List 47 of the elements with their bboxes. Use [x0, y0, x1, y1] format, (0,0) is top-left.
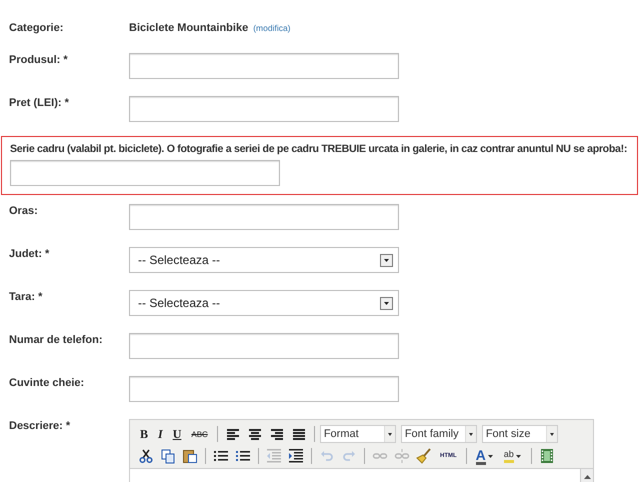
field-label: Tara: * [9, 290, 44, 303]
broom-icon[interactable] [416, 448, 432, 464]
input-field[interactable] [129, 96, 399, 122]
toolbar-dropdown[interactable]: Font size [482, 425, 558, 443]
modify-link[interactable]: (modifica) [253, 23, 291, 33]
caret-icon [546, 426, 557, 442]
toolbar-dropdown[interactable]: Font family [400, 425, 477, 443]
select-dropdown[interactable]: -- Selecteaza -- [129, 247, 399, 273]
font-color-button[interactable]: A [474, 447, 496, 465]
align-center-icon[interactable] [246, 426, 263, 442]
indent-icon[interactable] [288, 448, 304, 464]
input-field[interactable] [129, 376, 399, 402]
align-right-icon[interactable] [268, 426, 285, 442]
align-left-icon[interactable] [224, 426, 241, 442]
bullet-list-icon[interactable] [213, 448, 229, 464]
toolbar-dropdown[interactable]: Format [320, 425, 396, 443]
field-label: Judet: * [9, 247, 50, 260]
caret-icon [488, 454, 493, 458]
justify-icon[interactable] [290, 426, 307, 442]
caret-icon [464, 426, 476, 442]
clipboard-icon[interactable] [182, 448, 198, 464]
category-value: Biciclete Mountainbike [129, 22, 248, 34]
number-list-icon[interactable] [235, 448, 251, 464]
input-field[interactable] [129, 333, 399, 359]
scissors-icon[interactable] [138, 448, 154, 464]
field-label: Cuvinte cheie: [9, 376, 86, 389]
underline-button[interactable]: U [170, 425, 184, 443]
input-field[interactable] [129, 204, 399, 230]
field-label: Produsul: * [9, 53, 69, 66]
highlight-button[interactable]: ab [502, 447, 524, 465]
film-icon[interactable] [538, 448, 555, 464]
input-field[interactable] [129, 53, 399, 79]
field-label: Oras: [9, 204, 39, 217]
italic-button[interactable]: I [156, 425, 165, 443]
scroll-up-arrow-icon[interactable] [582, 473, 592, 481]
caret-icon [516, 454, 521, 458]
field-label: Serie cadru (valabil pt. biciclete). O fotografie a seriei de pe cadru TREBUIE urcata in galerie, in caz contrar anuntul NU se aproba!: [10, 143, 628, 155]
bold-button[interactable]: B [138, 425, 150, 443]
select-dropdown[interactable]: -- Selecteaza -- [129, 290, 399, 316]
field-label: Numar de telefon: [9, 333, 104, 346]
field-label: Categorie: [9, 22, 64, 34]
input-field[interactable] [10, 160, 280, 186]
copy-icon[interactable] [160, 448, 176, 464]
field-label: Descriere: * [9, 419, 72, 432]
strikethrough-button[interactable]: ABC [189, 425, 210, 443]
caret-icon [384, 426, 395, 442]
field-label: Pret (LEI): * [9, 96, 70, 109]
